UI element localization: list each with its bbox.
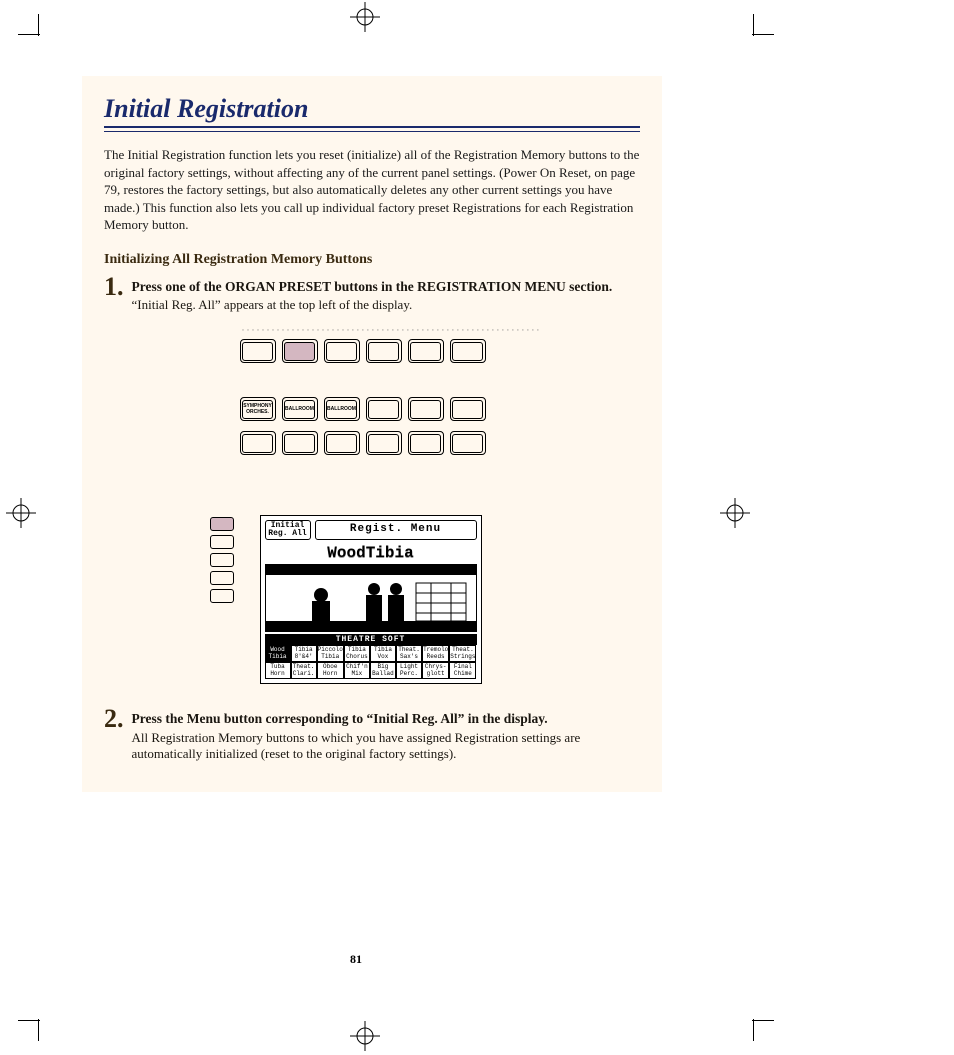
registration-mark-icon [720, 498, 750, 528]
step-1-heading: Press one of the ORGAN PRESET buttons in… [132, 278, 641, 296]
preset-button [366, 339, 402, 363]
preset-button-diagram: ········································… [240, 325, 508, 455]
preset-button [240, 339, 276, 363]
registration-mark-icon [350, 1021, 380, 1051]
intro-paragraph: The Initial Registration function lets y… [104, 146, 640, 234]
lcd-initial-reg-label: Initial Reg. All [265, 520, 311, 540]
lcd-voice-cell: Light Perc. [396, 662, 422, 679]
menu-button-5 [210, 589, 234, 603]
preset-button [282, 431, 318, 455]
crop-mark-br [734, 1001, 774, 1041]
step-number: 1. [104, 274, 124, 300]
registration-mark-icon [6, 498, 36, 528]
menu-button-4 [210, 571, 234, 585]
step-2-body: All Registration Memory buttons to which… [132, 730, 641, 762]
preset-button-selected [282, 339, 318, 363]
lcd-voice-cell: Wood Tibia [265, 645, 291, 662]
step-1: 1. Press one of the ORGAN PRESET buttons… [104, 274, 640, 685]
preset-button [324, 431, 360, 455]
menu-button-1 [210, 517, 234, 531]
step-2-heading: Press the Menu button corresponding to “… [132, 710, 641, 728]
lcd-voice-cell: Tibia Chorus [344, 645, 370, 662]
preset-button: SYMPHONY ORCHES. [240, 397, 276, 421]
registration-mark-icon [350, 2, 380, 32]
preset-button [324, 339, 360, 363]
lcd-voice-cell: Tremolo Reeds [422, 645, 449, 662]
lcd-voice-cell: Chrys- glott [422, 662, 449, 679]
lcd-voice-cell: Piccolo Tibia [317, 645, 344, 662]
lcd-voice-cell: Chif'n Mix [344, 662, 370, 679]
lcd-screen: Initial Reg. All Regist. Menu WoodTibia … [260, 515, 482, 684]
crop-mark-tl [18, 14, 58, 54]
subheading: Initializing All Registration Memory But… [104, 252, 640, 268]
preset-button [450, 339, 486, 363]
step-1-body: “Initial Reg. All” appears at the top le… [132, 297, 641, 313]
lcd-voice-cell: Big Ballad [370, 662, 396, 679]
lcd-voice-cell: Theat. Strings [449, 645, 476, 662]
lcd-voice-cell: Tibia Vox [370, 645, 396, 662]
page-number: 81 [350, 952, 362, 967]
lcd-voice-cell: Tibia 8'&4' [291, 645, 317, 662]
lcd-voice-cell: Oboe Horn [317, 662, 344, 679]
lcd-voice-title: WoodTibia WoodTibia [265, 544, 477, 562]
crop-mark-bl [18, 1001, 58, 1041]
lcd-voice-cell: Theat. Clari. [291, 662, 317, 679]
preset-button [408, 339, 444, 363]
lcd-category: THEATRE SOFT [265, 634, 477, 645]
preset-row-1 [240, 339, 508, 363]
page-content: Initial Registration The Initial Registr… [82, 76, 662, 792]
preset-row-2: SYMPHONY ORCHES. BALLROOM BALLROOM [240, 397, 508, 421]
lcd-diagram: Initial Reg. All Regist. Menu WoodTibia … [210, 515, 641, 684]
preset-button [450, 397, 486, 421]
preset-button [366, 397, 402, 421]
preset-button [366, 431, 402, 455]
preset-button: BALLROOM [324, 397, 360, 421]
lcd-voice-grid: Wood TibiaTibia 8'&4'Piccolo TibiaTibia … [265, 645, 477, 679]
preset-button: BALLROOM [282, 397, 318, 421]
menu-side-buttons [210, 517, 234, 684]
preset-button [408, 431, 444, 455]
preset-button [450, 431, 486, 455]
lcd-illustration [265, 564, 477, 632]
menu-button-2 [210, 535, 234, 549]
step-number: 2. [104, 706, 124, 732]
lcd-regist-menu-label: Regist. Menu [315, 520, 477, 540]
step-2: 2. Press the Menu button corresponding t… [104, 706, 640, 762]
menu-button-3 [210, 553, 234, 567]
preset-row-3 [240, 431, 508, 455]
lcd-voice-cell: Final Chime [449, 662, 476, 679]
crop-mark-tr [734, 14, 774, 54]
preset-button [240, 431, 276, 455]
lcd-voice-cell: Theat. Sax's [396, 645, 422, 662]
title-rule [104, 126, 640, 132]
preset-button [408, 397, 444, 421]
lcd-voice-cell: Tuba Horn [265, 662, 291, 679]
page-title: Initial Registration [104, 94, 640, 124]
